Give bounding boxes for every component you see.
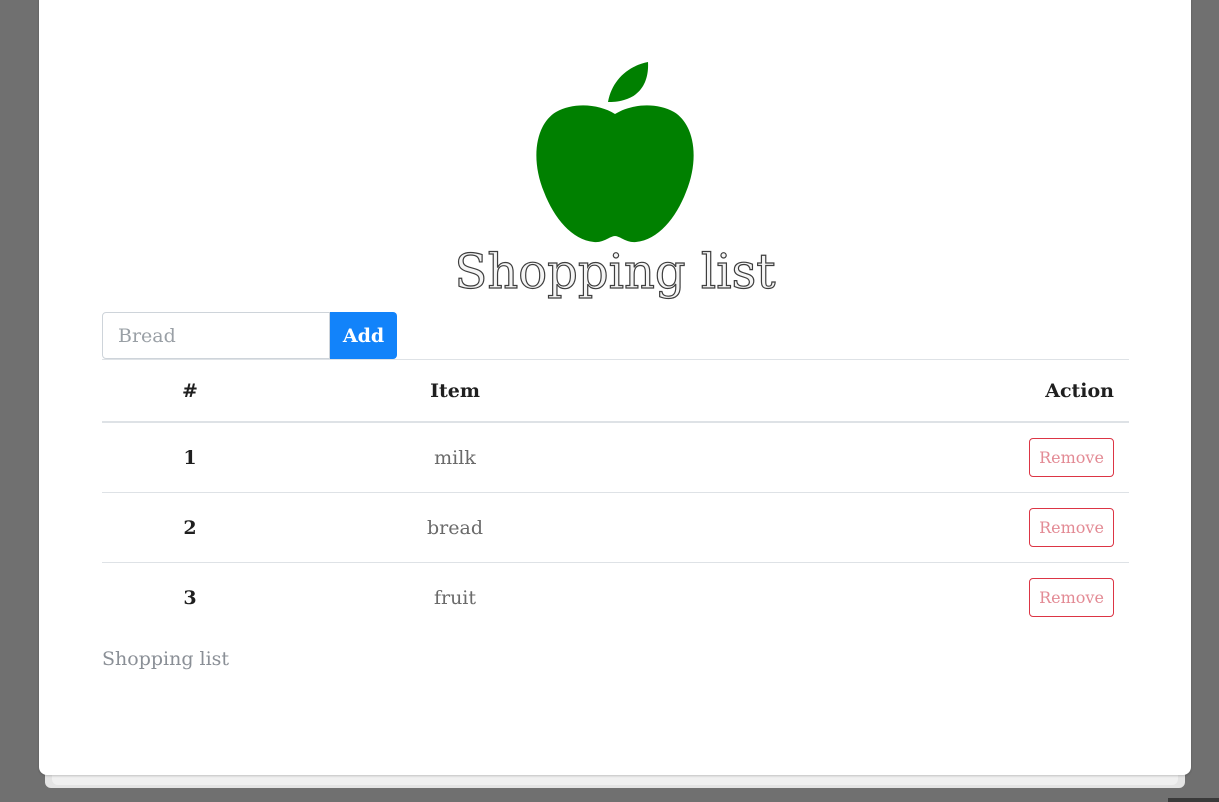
row-action-cell: Remove <box>632 421 1129 493</box>
apple-icon <box>536 62 694 243</box>
row-action-cell: Remove <box>632 492 1129 563</box>
row-number: 2 <box>102 492 278 563</box>
add-item-form: Add <box>102 312 397 359</box>
column-header-action: Action <box>632 359 1129 423</box>
page-title: Shopping list <box>454 243 776 300</box>
table-row: 3 fruit Remove <box>102 562 1129 632</box>
table-row: 2 bread Remove <box>102 492 1129 563</box>
column-header-item: Item <box>278 359 632 423</box>
row-number: 1 <box>102 421 278 493</box>
row-action-cell: Remove <box>632 562 1129 632</box>
table-row: 1 milk Remove <box>102 421 1129 493</box>
row-number: 3 <box>102 562 278 632</box>
footer-text: Shopping list <box>102 648 230 670</box>
add-button[interactable]: Add <box>330 312 397 359</box>
item-input[interactable] <box>102 312 330 359</box>
remove-button[interactable]: Remove <box>1029 438 1114 477</box>
row-item-name: fruit <box>278 562 632 632</box>
remove-button[interactable]: Remove <box>1029 578 1114 617</box>
shopping-table: # Item Action 1 milk Remove 2 bread Remo… <box>102 359 1129 632</box>
window-edge <box>1168 798 1219 802</box>
row-item-name: milk <box>278 421 632 493</box>
remove-button[interactable]: Remove <box>1029 508 1114 547</box>
row-item-name: bread <box>278 492 632 563</box>
table-header-row: # Item Action <box>102 359 1129 423</box>
column-header-number: # <box>102 359 278 423</box>
